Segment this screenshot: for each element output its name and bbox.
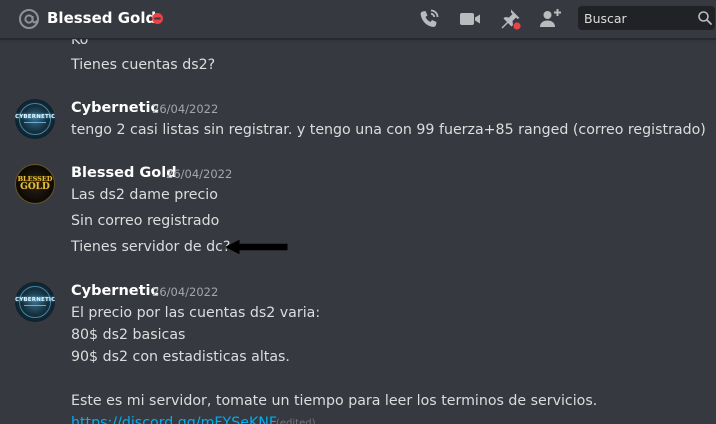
video-call-icon[interactable] <box>458 7 482 31</box>
avatar-decoration <box>24 122 46 123</box>
voice-call-icon[interactable] <box>417 7 441 31</box>
channel-header: Blessed Gold <box>0 0 716 39</box>
message-timestamp[interactable]: 26/04/2022 <box>152 100 218 119</box>
message-author[interactable]: Cybernetic <box>71 99 159 118</box>
message-line: Ko <box>71 39 89 48</box>
pinned-messages-icon[interactable] <box>498 7 522 31</box>
message-author[interactable]: Cybernetic <box>71 282 159 301</box>
message-line: Las ds2 dame precio <box>71 187 218 203</box>
at-sign-icon <box>19 9 39 29</box>
add-friends-to-dm-icon[interactable] <box>538 7 562 31</box>
message-timestamp[interactable]: 26/04/2022 <box>166 165 232 184</box>
avatar-logo-text: CYBERNETIC <box>15 114 55 120</box>
message-author[interactable]: Blessed Gold <box>71 164 177 183</box>
message-list: Ko Tienes cuentas ds2? CYBERNETIC Cybern… <box>0 39 716 424</box>
search-bar[interactable] <box>578 6 715 30</box>
channel-title: Blessed Gold <box>47 9 157 27</box>
avatar-logo-text: GOLD <box>20 182 50 192</box>
search-icon[interactable] <box>697 10 713 26</box>
avatar-logo-text: CYBERNETIC <box>15 297 55 303</box>
avatar[interactable]: CYBERNETIC <box>15 99 55 139</box>
avatar-decoration <box>24 305 46 306</box>
annotation-arrow-icon <box>224 239 288 255</box>
avatar[interactable]: BLESSED GOLD <box>15 164 55 204</box>
message-line: tengo 2 casi listas sin registrar. y ten… <box>71 122 706 138</box>
message-line: 90$ ds2 con estadisticas altas. <box>71 349 290 365</box>
message-line: Este es mi servidor, tomate un tiempo pa… <box>71 393 598 409</box>
message-line: Tienes servidor de dc? <box>71 239 231 255</box>
message-line: Tienes cuentas ds2? <box>71 57 216 73</box>
avatar[interactable]: CYBERNETIC <box>15 282 55 322</box>
edited-indicator: (edited) <box>276 418 316 424</box>
server-invite-link[interactable]: https://discord.gg/mFYSeKNF <box>71 414 277 424</box>
message-line: 80$ ds2 basicas <box>71 327 186 343</box>
message-timestamp[interactable]: 26/04/2022 <box>152 283 218 302</box>
message-line: El precio por las cuentas ds2 varia: <box>71 305 321 321</box>
do-not-disturb-status-icon <box>152 13 163 24</box>
message-line: Sin correo registrado <box>71 213 220 229</box>
search-input[interactable] <box>578 6 690 30</box>
discord-dm-window: Blessed Gold Buscar Ko Tienes cuentas ds… <box>0 0 716 424</box>
